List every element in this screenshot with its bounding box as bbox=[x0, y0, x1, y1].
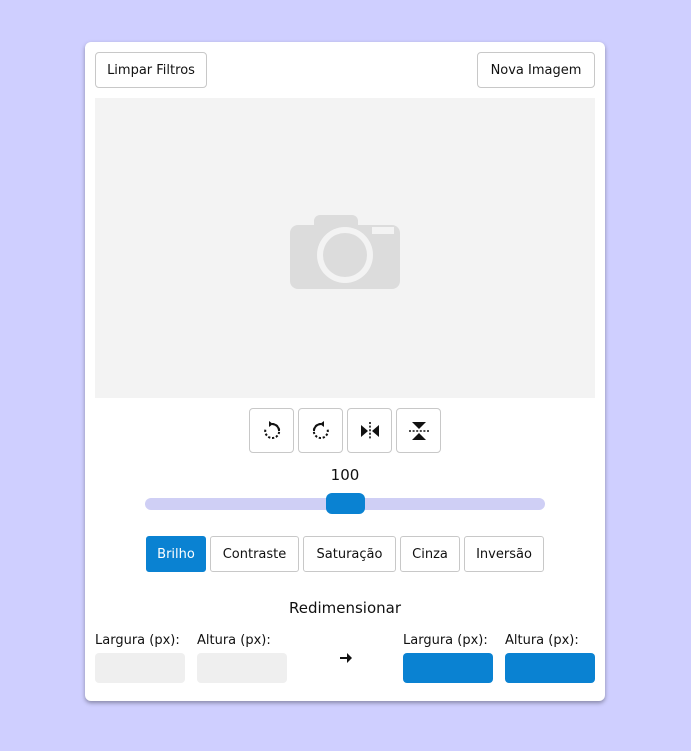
arrow-right-icon bbox=[340, 653, 352, 663]
new-height-label: Altura (px): bbox=[505, 633, 579, 648]
rotate-right-button[interactable] bbox=[249, 408, 294, 453]
new-image-button[interactable]: Nova Imagem bbox=[477, 52, 595, 88]
camera-icon bbox=[290, 215, 400, 289]
filter-saturation-button[interactable]: Saturação bbox=[303, 536, 396, 572]
height-label: Altura (px): bbox=[197, 633, 271, 648]
resize-title: Redimensionar bbox=[288, 599, 402, 617]
filter-grayscale-button[interactable]: Cinza bbox=[400, 536, 460, 572]
new-height-input[interactable] bbox=[505, 653, 595, 683]
flip-vertical-icon bbox=[408, 421, 429, 440]
filter-invert-button[interactable]: Inversão bbox=[464, 536, 544, 572]
image-preview bbox=[95, 98, 595, 398]
width-input[interactable] bbox=[95, 653, 185, 683]
filter-contrast-button[interactable]: Contraste bbox=[210, 536, 299, 572]
clear-filters-button[interactable]: Limpar Filtros bbox=[95, 52, 207, 88]
image-editor-panel: Limpar Filtros Nova Imagem 100 Brilho Co… bbox=[85, 42, 605, 701]
new-width-input[interactable] bbox=[403, 653, 493, 683]
width-label: Largura (px): bbox=[95, 633, 180, 648]
flip-vertical-button[interactable] bbox=[396, 408, 441, 453]
slider-value: 100 bbox=[330, 466, 360, 484]
flip-horizontal-icon bbox=[360, 421, 379, 440]
rotate-right-icon bbox=[263, 420, 280, 439]
new-width-label: Largura (px): bbox=[403, 633, 488, 648]
rotate-left-icon bbox=[312, 420, 329, 439]
filter-brightness-button[interactable]: Brilho bbox=[146, 536, 206, 572]
filter-slider-thumb[interactable] bbox=[325, 493, 365, 514]
rotate-left-button[interactable] bbox=[298, 408, 343, 453]
flip-horizontal-button[interactable] bbox=[347, 408, 392, 453]
height-input[interactable] bbox=[197, 653, 287, 683]
